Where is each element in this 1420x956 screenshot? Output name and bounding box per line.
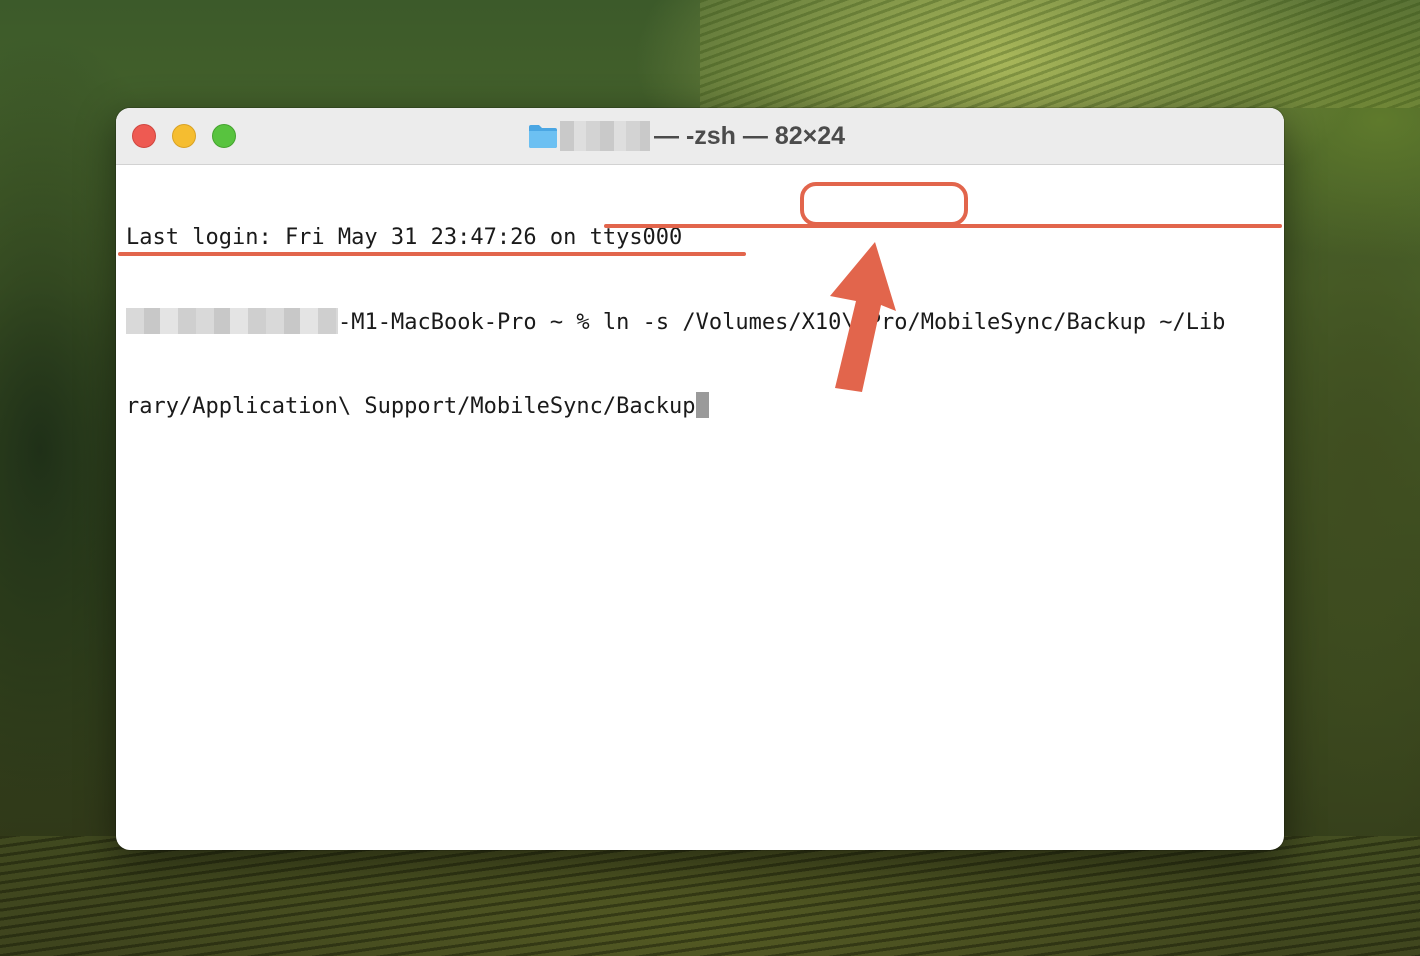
close-button[interactable] xyxy=(132,124,156,148)
last-login-text: Last login: Fri May 31 23:47:26 on ttys0… xyxy=(126,225,683,250)
folder-icon xyxy=(529,125,557,148)
zoom-button[interactable] xyxy=(212,124,236,148)
command-text: -M1-MacBook-Pro ~ % ln -s /Volumes/X10\ … xyxy=(338,310,1226,335)
window-title: — -zsh — 82×24 xyxy=(528,120,845,152)
redacted-folder-name xyxy=(560,121,650,151)
terminal-content[interactable]: Last login: Fri May 31 23:47:26 on ttys0… xyxy=(126,168,1276,476)
minimize-button[interactable] xyxy=(172,124,196,148)
title-bar[interactable]: — -zsh — 82×24 xyxy=(116,108,1284,165)
redacted-username xyxy=(126,308,338,334)
terminal-line: rary/Application\ Support/MobileSync/Bac… xyxy=(126,392,1276,420)
title-suffix: — -zsh — 82×24 xyxy=(654,121,846,150)
terminal-line: -M1-MacBook-Pro ~ % ln -s /Volumes/X10\ … xyxy=(126,308,1276,336)
command-continuation-text: rary/Application\ Support/MobileSync/Bac… xyxy=(126,394,696,419)
text-cursor xyxy=(695,392,709,418)
terminal-line: Last login: Fri May 31 23:47:26 on ttys0… xyxy=(126,224,1276,252)
desktop-wallpaper-detail xyxy=(0,836,1420,956)
desktop-wallpaper-detail xyxy=(700,0,1420,108)
terminal-window[interactable]: — -zsh — 82×24 Last login: Fri May 31 23… xyxy=(116,108,1284,850)
